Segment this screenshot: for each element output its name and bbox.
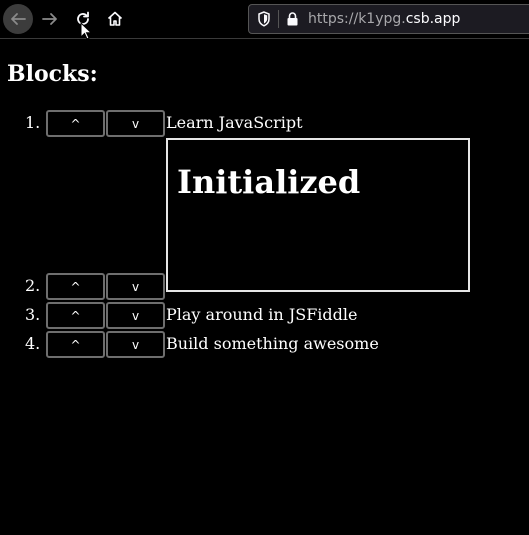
move-down-button[interactable]: v: [106, 273, 165, 300]
url-scheme: https://: [308, 11, 359, 27]
list-item-number: 3.: [25, 305, 41, 324]
url-domain: csb.app: [405, 11, 461, 27]
browser-toolbar: https://k1ypg.csb.app: [0, 0, 529, 40]
move-down-button[interactable]: v: [106, 302, 165, 329]
arrow-left-icon: [11, 13, 26, 25]
list-item-text: Play around in JSFiddle: [166, 305, 358, 324]
url-subdomain: k1ypg.: [358, 11, 406, 27]
address-bar-divider: [278, 10, 279, 28]
url-text[interactable]: https://k1ypg.csb.app: [308, 11, 460, 27]
initialized-block: Initialized: [166, 138, 470, 292]
move-up-button[interactable]: ^: [46, 273, 105, 300]
move-down-button[interactable]: v: [106, 331, 165, 358]
forward-button[interactable]: [35, 4, 65, 34]
page-content: Blocks: 1. ^ v Learn JavaScript Initiali…: [0, 40, 529, 535]
move-up-button[interactable]: ^: [46, 110, 105, 137]
shield-icon[interactable]: [257, 11, 271, 27]
home-button[interactable]: [100, 4, 130, 34]
list-item-text: Learn JavaScript: [166, 113, 303, 132]
mouse-cursor-icon: [80, 22, 92, 40]
back-button[interactable]: [3, 4, 33, 34]
move-up-button[interactable]: ^: [46, 331, 105, 358]
block-title: Initialized: [177, 163, 361, 201]
list-item-number: 2.: [25, 276, 41, 295]
lock-icon[interactable]: [286, 11, 299, 27]
address-bar[interactable]: https://k1ypg.csb.app: [248, 4, 529, 34]
arrow-right-icon: [42, 13, 57, 25]
page-title: Blocks:: [7, 61, 98, 87]
home-icon: [107, 11, 123, 26]
list-item-number: 1.: [25, 113, 41, 132]
list-item-number: 4.: [25, 334, 41, 353]
move-down-button[interactable]: v: [106, 110, 165, 137]
list-item-text: Build something awesome: [166, 334, 379, 353]
move-up-button[interactable]: ^: [46, 302, 105, 329]
